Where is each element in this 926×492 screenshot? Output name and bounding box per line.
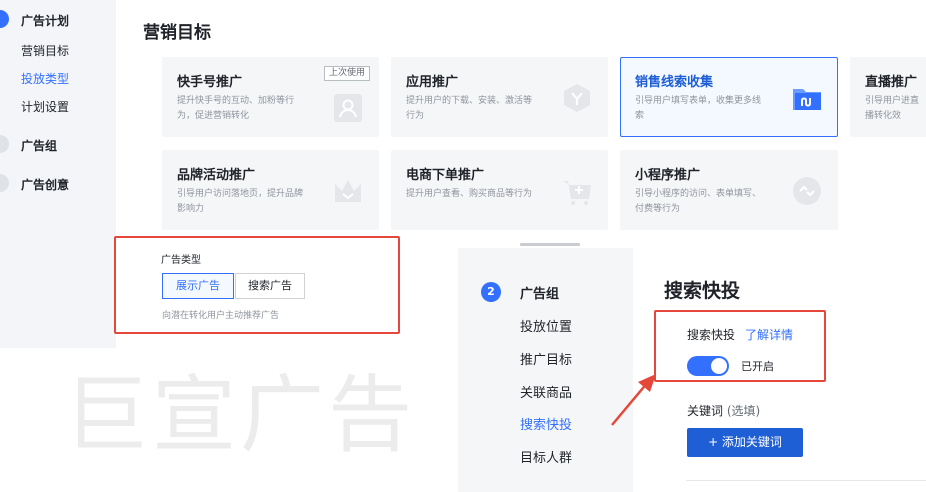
toggle-knob <box>711 358 727 374</box>
nav-item-goal[interactable]: 推广目标 <box>520 349 572 368</box>
last-used-badge: 上次使用 <box>323 66 370 81</box>
card-title: 品牌活动推广 <box>177 168 256 183</box>
card-title: 销售线索收集 <box>635 75 714 90</box>
clipped-nav-item <box>520 240 580 246</box>
ad-type-option-search[interactable]: 搜索广告 <box>235 273 305 299</box>
user-icon <box>334 94 362 122</box>
search-quick-toggle[interactable] <box>687 356 729 376</box>
miniprogram-icon <box>793 177 821 205</box>
add-keyword-button[interactable]: + 添加关键词 <box>687 428 803 457</box>
cart-icon <box>563 181 591 205</box>
card-app-promotion[interactable]: 应用推广 提升用户的下载、安装、激活等行为 <box>391 57 608 137</box>
sidebar-plan-title: 广告计划 <box>21 14 70 28</box>
search-quick-label: 搜索快投 <box>687 328 736 342</box>
keyword-optional-text: (选填) <box>726 404 761 418</box>
ad-type-description: 向潜在转化用户主动推荐广告 <box>162 311 280 321</box>
section-title-marketing-goal: 营销目标 <box>143 23 211 43</box>
card-title: 直播推广 <box>865 75 918 90</box>
folder-icon <box>793 89 821 110</box>
annotation-arrow-icon <box>611 374 656 426</box>
card-ecommerce-promotion[interactable]: 电商下单推广 提升用户查看、购买商品等行为 <box>391 150 608 230</box>
nav-group-title[interactable]: 广告组 <box>520 283 559 302</box>
card-miniprogram-promotion[interactable]: 小程序推广 引导小程序的访问、表单填写、付费等行为 <box>620 150 838 230</box>
step-number-badge: 2 <box>481 282 501 302</box>
keyword-label-text: 关键词 <box>687 404 724 418</box>
learn-more-link[interactable]: 了解详情 <box>745 326 793 343</box>
card-title: 快手号推广 <box>177 75 243 90</box>
card-title: 电商下单推广 <box>406 168 485 183</box>
card-kuaishou-promotion[interactable]: 快手号推广 提升快手号的互动、加粉等行为，促进营销转化 上次使用 <box>162 57 379 137</box>
card-live-promotion[interactable]: 直播推广 引导用户进直播转化效 <box>850 57 926 137</box>
crown-icon <box>335 180 361 202</box>
step-indicator <box>0 135 9 153</box>
app-icon <box>564 84 590 112</box>
ad-type-option-display[interactable]: 展示广告 <box>162 273 234 299</box>
card-title: 小程序推广 <box>635 168 701 183</box>
nav-item-search-quick[interactable]: 搜索快投 <box>520 414 572 433</box>
sidebar-creative-title[interactable]: 广告创意 <box>21 176 69 193</box>
step-indicator <box>0 174 9 192</box>
watermark: 巨宣广告 <box>64 366 417 464</box>
card-sales-leads[interactable]: 销售线索收集 引导用户填写表单，收集更多线索 <box>620 57 838 137</box>
card-brand-promotion[interactable]: 品牌活动推广 引导用户访问落地页，提升品牌影响力 <box>162 150 379 230</box>
nav-item-products[interactable]: 关联商品 <box>520 382 572 401</box>
card-desc: 引导用户进直播转化效 <box>865 96 920 121</box>
nav-item-placement[interactable]: 投放位置 <box>520 316 572 335</box>
search-quick-title: 搜索快投 <box>664 280 741 302</box>
sidebar: 广告计划 营销目标 投放类型 计划设置 广告组 广告创意 <box>0 0 116 348</box>
card-desc: 提升快手号的互动、加粉等行为，促进营销转化 <box>177 96 295 121</box>
sidebar-item-plan-settings[interactable]: 计划设置 <box>21 98 69 115</box>
card-desc: 引导用户填写表单，收集更多线索 <box>635 96 762 121</box>
divider <box>686 480 926 481</box>
keyword-label: 关键词 (选填) <box>687 402 760 419</box>
card-desc: 引导小程序的访问、表单填写、付费等行为 <box>635 189 762 214</box>
card-title: 应用推广 <box>406 75 459 90</box>
sidebar-item-marketing-goal[interactable]: 营销目标 <box>21 42 69 59</box>
ad-type-label: 广告类型 <box>161 255 201 266</box>
nav-item-audience[interactable]: 目标人群 <box>520 447 572 466</box>
sidebar-group-title[interactable]: 广告组 <box>21 137 57 154</box>
card-desc: 提升用户的下载、安装、激活等行为 <box>406 96 533 121</box>
step-indicator-active <box>0 10 9 28</box>
sidebar-item-ad-type[interactable]: 投放类型 <box>21 70 69 87</box>
card-desc: 引导用户访问落地页，提升品牌影响力 <box>177 189 304 214</box>
highlight-box-search-quick <box>654 310 826 382</box>
card-desc: 提升用户查看、购买商品等行为 <box>406 189 533 199</box>
toggle-status-text: 已开启 <box>741 360 774 373</box>
